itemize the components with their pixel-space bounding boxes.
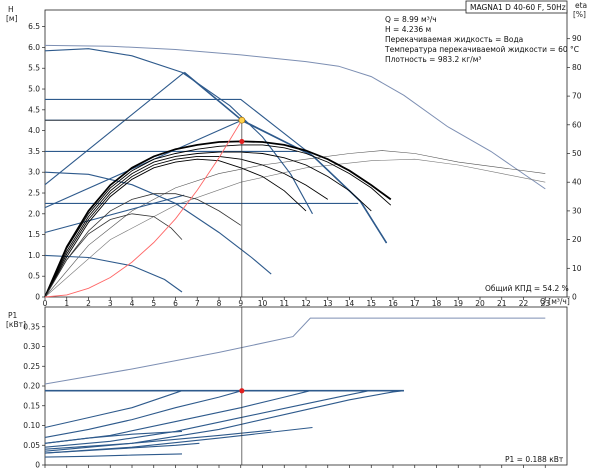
top-x-tick-label: 17 [410, 299, 420, 308]
info-line-head: H = 4.236 м [385, 25, 431, 34]
ticks-layer: 0 1 2 3 4 5 6 7 8 9 10 11 12 13 14 15 16 17 18 19 20 21 22 2300… [23, 22, 581, 469]
power-curve [44, 453, 183, 458]
y-left-label-symbol: H [8, 5, 14, 14]
right-y-tick-label: 20 [572, 235, 582, 244]
pump-curve-svg: MAGNA1 D 40-60 F, 50Hz H [м] eta [%] Q [… [6, 0, 587, 470]
proportional-pressure-line [44, 119, 243, 209]
proportional-pressure-line [44, 71, 185, 186]
top-x-tick-label: 8 [217, 299, 222, 308]
right-y-tick-label: 70 [572, 92, 582, 101]
top-x-tick-label: 20 [475, 299, 485, 308]
top-x-tick-label: 15 [366, 299, 376, 308]
speed-curve [44, 254, 183, 293]
top-x-tick-label: 0 [43, 299, 48, 308]
top-x-tick-label: 6 [173, 299, 178, 308]
top-y-tick-label: 5.0 [28, 85, 40, 94]
max-pressure-boundary [183, 71, 388, 244]
efficiency-curve [44, 144, 392, 298]
top-y-tick-label: 4.0 [28, 126, 40, 135]
top-x-tick-label: 3 [108, 299, 113, 308]
right-y-tick-label: 90 [572, 34, 582, 43]
bottom-y-tick-label: 0.15 [23, 401, 40, 410]
power-curve [44, 390, 311, 444]
top-x-tick-label: 10 [258, 299, 268, 308]
power-curve [44, 390, 183, 429]
top-x-tick-label: 12 [301, 299, 311, 308]
top-x-tick-label: 4 [130, 299, 135, 308]
efficiency-curve [44, 155, 329, 298]
top-y-tick-label: 3.5 [28, 147, 40, 156]
info-line-flow: Q = 8.99 м³/ч [385, 15, 437, 24]
right-y-tick-label: 10 [572, 264, 582, 273]
top-x-tick-label: 18 [432, 299, 442, 308]
top-x-tick-label: 5 [151, 299, 156, 308]
top-x-tick-label: 19 [453, 299, 463, 308]
bottom-y-tick-label: 0 [35, 461, 40, 470]
top-y-tick-label: 0.5 [28, 272, 40, 281]
right-y-tick-label: 30 [572, 206, 582, 215]
bottom-y-label-symbol: P1 [8, 311, 18, 320]
power-curve [44, 390, 370, 448]
bottom-y-tick-label: 0.10 [23, 421, 40, 430]
top-y-tick-label: 1.0 [28, 251, 40, 260]
right-y-tick-label: 80 [572, 63, 582, 72]
top-y-tick-label: 0 [35, 293, 40, 302]
efficiency-point-marker [239, 138, 245, 145]
y-right-label-symbol: eta [575, 1, 587, 10]
title-box-text: MAGNA1 D 40-60 F, 50Hz [470, 3, 566, 12]
proportional-pressure-line [44, 194, 185, 234]
bottom-plot-frame [44, 306, 568, 466]
top-x-tick-label: 11 [279, 299, 289, 308]
efficiency-curve [44, 140, 392, 298]
eta-max-curve [44, 150, 546, 298]
top-x-tick-label: 22 [519, 299, 529, 308]
top-x-tick-label: 21 [497, 299, 507, 308]
info-line-liquid: Перекачиваемая жидкость = Вода [385, 35, 523, 44]
bottom-y-tick-label: 0.20 [23, 382, 40, 391]
top-x-tick-label: 2 [86, 299, 91, 308]
info-line-density: Плотность = 983.2 кг/м³ [385, 55, 481, 64]
top-y-tick-label: 2.5 [28, 189, 40, 198]
max-power-curve [44, 317, 546, 385]
top-y-tick-label: 4.5 [28, 105, 40, 114]
right-y-tick-label: 60 [572, 120, 582, 129]
top-x-tick-label: 1 [64, 299, 69, 308]
bottom-y-tick-label: 0.25 [23, 362, 40, 371]
pump-curve-figure: MAGNA1 D 40-60 F, 50Hz H [м] eta [%] Q [… [0, 0, 600, 474]
y-right-label-unit: [%] [573, 10, 586, 19]
top-x-tick-label: 13 [323, 299, 333, 308]
top-y-tick-label: 6.0 [28, 43, 40, 52]
top-y-tick-label: 6.5 [28, 22, 40, 31]
bottom-footer-power: P1 = 0.188 кВт [505, 455, 564, 464]
efficiency-curve [44, 158, 307, 298]
top-y-tick-label: 2.0 [28, 209, 40, 218]
top-footer-efficiency: Общий КПД = 54.2 % [485, 284, 569, 293]
bottom-y-tick-label: 0.05 [23, 441, 40, 450]
top-x-tick-label: 14 [345, 299, 355, 308]
right-y-tick-label: 0 [572, 293, 577, 302]
y-left-label-unit: [м] [6, 14, 18, 23]
top-x-tick-label: 7 [195, 299, 200, 308]
top-x-tick-label: 9 [238, 299, 243, 308]
top-x-tick-label: 16 [388, 299, 398, 308]
right-y-tick-label: 50 [572, 149, 582, 158]
top-y-tick-label: 3.0 [28, 168, 40, 177]
bottom-y-tick-label: 0.30 [23, 342, 40, 351]
info-line-temperature: Температура перекачиваемой жидкости = 60… [384, 45, 579, 54]
top-y-tick-label: 5.5 [28, 64, 40, 73]
speed-curve [44, 48, 313, 215]
right-y-tick-label: 40 [572, 178, 582, 187]
constant-pressure-line [45, 98, 387, 244]
curves-layer [44, 44, 546, 465]
top-x-tick-label: 23 [540, 299, 550, 308]
power-operating-point [239, 388, 245, 394]
top-y-tick-label: 1.5 [28, 230, 40, 239]
duty-point-marker [238, 116, 246, 124]
bottom-y-tick-label: 0.35 [23, 322, 40, 331]
